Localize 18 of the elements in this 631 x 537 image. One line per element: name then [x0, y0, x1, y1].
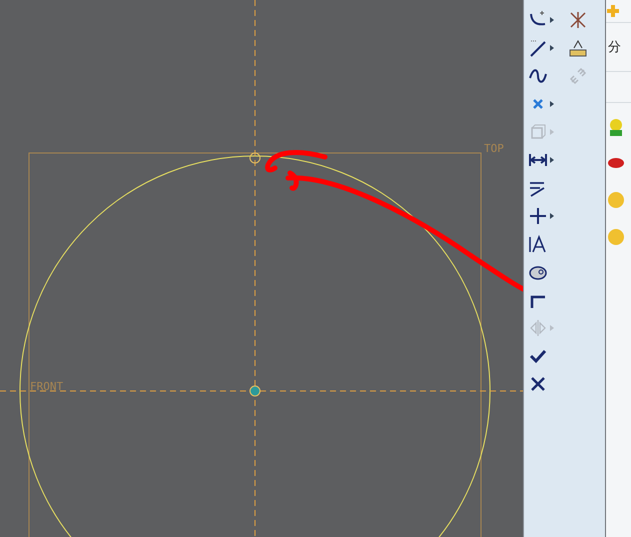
text-tool-icon — [528, 234, 548, 254]
caret-icon — [550, 101, 554, 107]
mirror-icon — [528, 318, 548, 338]
sketch-canvas[interactable]: TOP FRONT — [0, 0, 523, 537]
vertex-marker — [250, 152, 260, 164]
plus-icon — [528, 206, 548, 226]
caret-icon — [550, 45, 554, 51]
caret-icon — [550, 129, 554, 135]
caret-icon — [550, 213, 554, 219]
datum-label: TOP — [484, 142, 504, 155]
datum-label: FRONT — [30, 380, 64, 393]
line-icon — [528, 38, 548, 58]
caret-icon — [550, 325, 554, 331]
origin-marker — [250, 386, 260, 396]
caret-icon — [550, 157, 554, 163]
caret-icon — [550, 17, 554, 23]
side-text: 分 — [608, 39, 621, 56]
spline-icon — [528, 66, 548, 86]
